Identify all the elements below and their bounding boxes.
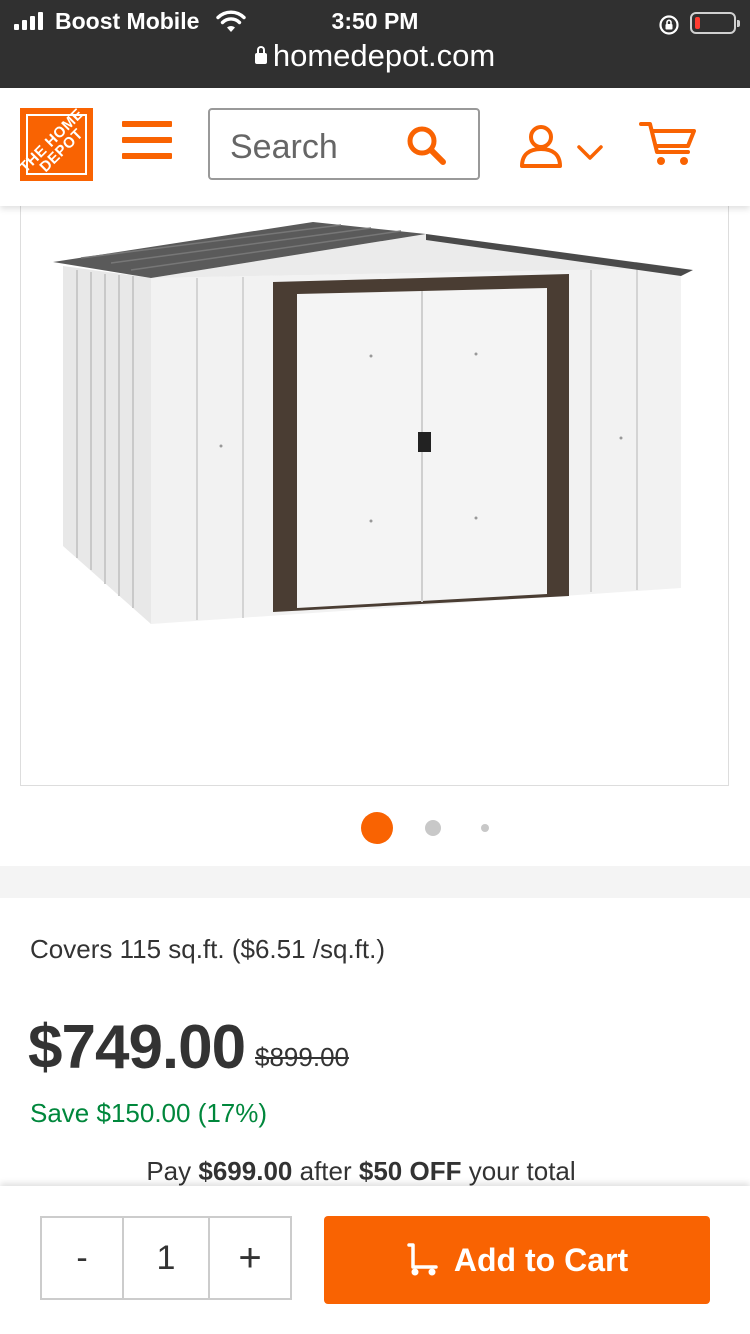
promo-suffix: your total [468,1156,576,1186]
product-image[interactable] [20,206,729,786]
hand-truck-icon [407,1243,438,1276]
promo-prefix: Pay [146,1156,192,1186]
status-bar: Boost Mobile 3:50 PM homedepot.com [0,0,750,88]
quantity-input[interactable]: 1 [124,1218,208,1298]
add-to-cart-bar: - 1 + Add to Cart [0,1186,750,1334]
coverage-text: Covers 115 sq.ft. ($6.51 /sq.ft.) [30,934,386,964]
battery-icon [690,12,740,34]
status-time: 3:50 PM [331,8,419,34]
decrease-quantity-button[interactable]: - [42,1218,124,1298]
site-header: THE HOME DEPOT Search [0,88,750,206]
storage-shed-image [53,222,693,624]
search-input[interactable]: Search [208,108,480,180]
product-gallery [0,206,750,866]
add-to-cart-button[interactable]: Add to Cart [324,1216,710,1304]
add-to-cart-label: Add to Cart [453,1241,629,1278]
carousel-dot[interactable] [425,820,441,836]
was-price: $899.00 [255,1042,349,1072]
current-price: $749.00 [28,1013,246,1082]
savings-text: Save $150.00 (17%) [30,1098,268,1128]
promo-middle: after [299,1156,352,1186]
hamburger-menu-icon[interactable] [122,121,172,165]
lock-icon [254,46,267,64]
increase-quantity-button[interactable]: + [208,1218,290,1298]
rotation-lock-icon [659,15,679,35]
address-bar[interactable]: homedepot.com [0,38,750,74]
carousel-dot[interactable] [481,824,489,832]
search-placeholder: Search [230,128,338,166]
carousel-dot-active[interactable] [361,812,393,844]
product-pricing: Covers 115 sq.ft. ($6.51 /sq.ft.) $749.0… [0,898,750,1198]
promo-discount: $50 OFF [358,1156,462,1186]
url-text: homedepot.com [272,38,496,73]
search-icon[interactable] [405,124,449,168]
home-depot-logo[interactable]: THE HOME DEPOT [20,108,93,181]
cart-icon[interactable] [638,118,700,168]
promo-text[interactable]: Pay $699.00 after $50 OFF your total [0,1156,722,1187]
quantity-stepper: - 1 + [40,1216,292,1300]
chevron-down-icon[interactable] [576,144,604,162]
promo-amount: $699.00 [198,1156,293,1186]
account-icon[interactable] [518,124,564,168]
